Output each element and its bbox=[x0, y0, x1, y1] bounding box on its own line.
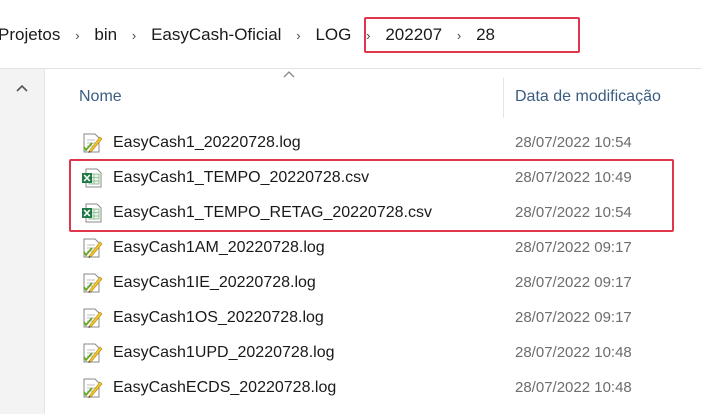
address-bar[interactable]: Projetos › bin › EasyCash-Oficial › LOG … bbox=[0, 0, 702, 69]
column-header-row: Nome Data de modificação bbox=[45, 70, 702, 118]
breadcrumb: Projetos › bin › EasyCash-Oficial › LOG … bbox=[0, 20, 497, 50]
list-item[interactable]: EasyCash1_TEMPO_RETAG_20220728.csv 28/07… bbox=[45, 196, 702, 231]
file-name: EasyCash1UPD_20220728.log bbox=[113, 344, 335, 361]
file-name: EasyCash1_20220728.log bbox=[113, 134, 301, 151]
breadcrumb-item-bin[interactable]: bin bbox=[92, 25, 119, 45]
column-header-name[interactable]: Nome bbox=[79, 88, 122, 106]
log-file-icon bbox=[83, 133, 103, 153]
chevron-right-icon[interactable]: › bbox=[62, 28, 92, 43]
file-name: EasyCash1AM_20220728.log bbox=[113, 239, 325, 256]
column-divider[interactable] bbox=[503, 78, 504, 118]
column-header-date-modified[interactable]: Data de modificação bbox=[515, 88, 661, 106]
log-file-icon bbox=[83, 378, 103, 398]
scroll-up-arrow-icon[interactable] bbox=[14, 81, 30, 95]
file-date-modified: 28/07/2022 09:17 bbox=[515, 239, 632, 256]
caret-up-icon bbox=[283, 71, 295, 78]
list-item[interactable]: EasyCash1_20220728.log 28/07/2022 10:54 bbox=[45, 126, 702, 161]
chevron-right-icon[interactable]: › bbox=[353, 28, 383, 43]
log-file-icon bbox=[83, 343, 103, 363]
file-date-modified: 28/07/2022 10:48 bbox=[515, 379, 632, 396]
breadcrumb-item-28[interactable]: 28 bbox=[474, 25, 497, 45]
chevron-right-icon[interactable]: › bbox=[444, 28, 474, 43]
sort-ascending-icon bbox=[279, 70, 299, 82]
file-name: EasyCash1_TEMPO_RETAG_20220728.csv bbox=[113, 204, 432, 221]
file-name: EasyCash1_TEMPO_20220728.csv bbox=[113, 169, 370, 186]
chevron-up-icon bbox=[16, 84, 28, 92]
file-list: EasyCash1_20220728.log 28/07/2022 10:54 … bbox=[45, 126, 702, 406]
file-date-modified: 28/07/2022 09:17 bbox=[515, 309, 632, 326]
csv-file-icon bbox=[82, 168, 102, 188]
navigation-pane-scroll[interactable] bbox=[0, 69, 45, 414]
file-date-modified: 28/07/2022 10:54 bbox=[515, 134, 632, 151]
file-explorer-window: Projetos › bin › EasyCash-Oficial › LOG … bbox=[0, 0, 702, 414]
log-file-icon bbox=[83, 273, 103, 293]
breadcrumb-item-log[interactable]: LOG bbox=[313, 25, 353, 45]
log-file-icon bbox=[83, 308, 103, 328]
chevron-right-icon[interactable]: › bbox=[119, 28, 149, 43]
log-file-icon bbox=[83, 238, 103, 258]
list-item[interactable]: EasyCash1UPD_20220728.log 28/07/2022 10:… bbox=[45, 336, 702, 371]
file-name: EasyCash1OS_20220728.log bbox=[113, 309, 324, 326]
breadcrumb-item-202207[interactable]: 202207 bbox=[383, 25, 444, 45]
file-date-modified: 28/07/2022 10:48 bbox=[515, 344, 632, 361]
file-name: EasyCash1IE_20220728.log bbox=[113, 274, 316, 291]
list-item[interactable]: EasyCashECDS_20220728.log 28/07/2022 10:… bbox=[45, 371, 702, 406]
breadcrumb-item-easycash-oficial[interactable]: EasyCash-Oficial bbox=[149, 25, 283, 45]
file-date-modified: 28/07/2022 10:54 bbox=[515, 204, 632, 221]
file-name: EasyCashECDS_20220728.log bbox=[113, 379, 337, 396]
list-item[interactable]: EasyCash1_TEMPO_20220728.csv 28/07/2022 … bbox=[45, 161, 702, 196]
chevron-right-icon[interactable]: › bbox=[283, 28, 313, 43]
csv-file-icon bbox=[82, 203, 102, 223]
list-item[interactable]: EasyCash1OS_20220728.log 28/07/2022 09:1… bbox=[45, 301, 702, 336]
list-item[interactable]: EasyCash1IE_20220728.log 28/07/2022 09:1… bbox=[45, 266, 702, 301]
file-date-modified: 28/07/2022 10:49 bbox=[515, 169, 632, 186]
list-item[interactable]: EasyCash1AM_20220728.log 28/07/2022 09:1… bbox=[45, 231, 702, 266]
file-date-modified: 28/07/2022 09:17 bbox=[515, 274, 632, 291]
breadcrumb-item-projetos[interactable]: Projetos bbox=[0, 25, 62, 45]
